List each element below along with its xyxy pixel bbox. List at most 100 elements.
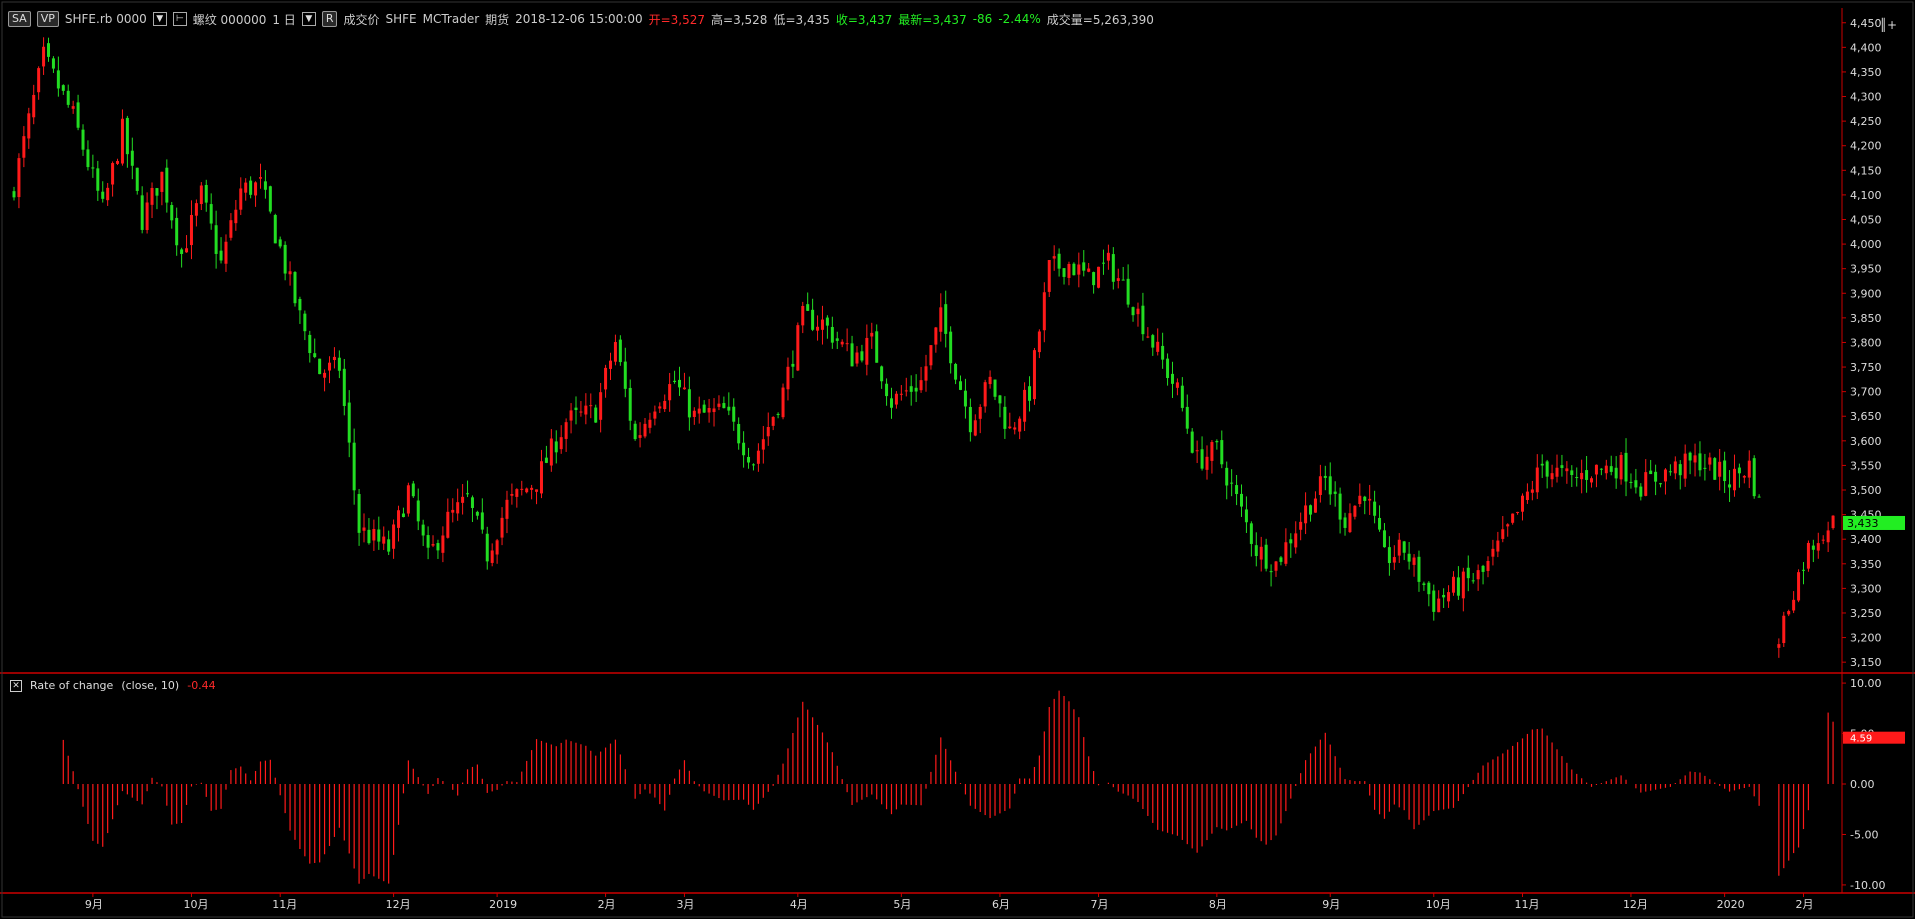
candle-body: [544, 457, 548, 463]
candle-body: [1284, 542, 1288, 564]
candle-body: [1008, 426, 1012, 429]
candle-body: [1190, 431, 1194, 453]
candle-body: [1387, 547, 1391, 564]
candle-body: [1358, 495, 1362, 505]
candle-body: [1313, 498, 1317, 513]
candle-body: [367, 529, 371, 544]
candle-body: [337, 357, 341, 371]
time-tick-label: 7月: [1091, 898, 1109, 911]
candle-body: [1136, 308, 1140, 315]
candle-body: [268, 186, 272, 212]
candle-body: [1116, 278, 1120, 281]
price-tick-label: 4,000: [1850, 238, 1882, 251]
roc-tick-label: -5.00: [1850, 828, 1878, 841]
candle-body: [214, 225, 218, 254]
candle-body: [1378, 517, 1382, 530]
candle-body: [1259, 546, 1263, 560]
candle-body: [1200, 449, 1204, 469]
candle-body: [1121, 279, 1125, 281]
candle-body: [1496, 540, 1500, 552]
candle-body: [1205, 456, 1209, 470]
candle-body: [761, 439, 765, 450]
chart-canvas[interactable]: 3,1503,2003,2503,3003,3503,4003,4503,500…: [0, 0, 1915, 919]
candle-body: [1023, 389, 1027, 422]
candle-body: [101, 191, 105, 199]
candle-body: [1599, 468, 1603, 470]
candle-body: [165, 167, 169, 203]
candle-body: [1323, 475, 1327, 478]
candle-body: [106, 187, 110, 201]
candle-body: [32, 94, 36, 118]
candle-body: [1047, 260, 1051, 292]
candle-body: [579, 411, 583, 413]
candle-body: [1141, 305, 1145, 335]
candle-body: [1575, 477, 1579, 479]
candle-body: [273, 214, 277, 244]
candle-body: [1343, 517, 1347, 528]
candle-body: [66, 90, 70, 105]
candle-body: [1254, 545, 1258, 557]
price-tick-label: 4,400: [1850, 41, 1882, 54]
candle-body: [1338, 493, 1342, 520]
candle-body: [313, 353, 317, 358]
candle-body: [1037, 331, 1041, 353]
candle-body: [342, 368, 346, 406]
candle-body: [554, 441, 558, 453]
candle-body: [702, 404, 706, 413]
candle-body: [1713, 458, 1717, 480]
candle-body: [1249, 523, 1253, 544]
candle-body: [594, 407, 598, 423]
candle-body: [1683, 453, 1687, 479]
price-tick-label: 4,300: [1850, 91, 1882, 104]
candle-body: [811, 309, 815, 330]
candle-body: [668, 384, 672, 401]
candle-body: [1516, 511, 1520, 513]
candle-body: [431, 544, 435, 546]
candle-body: [1644, 472, 1648, 496]
price-tick-label: 3,900: [1850, 287, 1882, 300]
candle-body: [1289, 539, 1293, 544]
candle-body: [298, 298, 302, 311]
candle-body: [1185, 406, 1189, 429]
price-tick-label: 4,050: [1850, 213, 1882, 226]
candle-body: [993, 379, 997, 397]
candle-body: [1062, 268, 1066, 277]
candle-body: [1161, 345, 1165, 360]
candle-body: [1373, 501, 1377, 516]
candle-body: [865, 337, 869, 365]
candle-body: [42, 46, 46, 67]
candle-body: [485, 533, 489, 562]
candle-body: [1821, 539, 1825, 541]
candle-body: [1412, 557, 1416, 565]
candle-body: [199, 185, 203, 205]
candle-body: [1382, 530, 1386, 548]
candle-body: [278, 239, 282, 247]
roc-tick-label: -10.00: [1850, 879, 1885, 892]
candle-body: [1151, 335, 1155, 348]
candle-body: [1678, 464, 1682, 476]
candle-body: [470, 497, 474, 508]
candle-body: [1304, 505, 1308, 524]
candle-body: [1580, 472, 1584, 480]
candle-body: [1240, 493, 1244, 507]
candle-body: [658, 406, 662, 409]
candle-body: [1166, 358, 1170, 378]
price-tick-label: 3,650: [1850, 410, 1882, 423]
candle-body: [559, 437, 563, 450]
candle-body: [140, 195, 144, 230]
candle-body: [416, 500, 420, 522]
candle-body: [934, 327, 938, 345]
candle-body: [1481, 565, 1485, 572]
candle-body: [673, 380, 677, 382]
candle-body: [638, 435, 642, 438]
candle-body: [983, 382, 987, 407]
price-tick-label: 4,200: [1850, 140, 1882, 153]
candle-body: [1353, 505, 1357, 517]
candle-body: [692, 410, 696, 417]
candle-body: [1210, 442, 1214, 461]
candle-body: [229, 220, 233, 238]
candle-body: [1028, 386, 1032, 401]
candle-body: [1097, 266, 1101, 288]
candle-body: [500, 517, 504, 538]
candle-body: [988, 376, 992, 385]
